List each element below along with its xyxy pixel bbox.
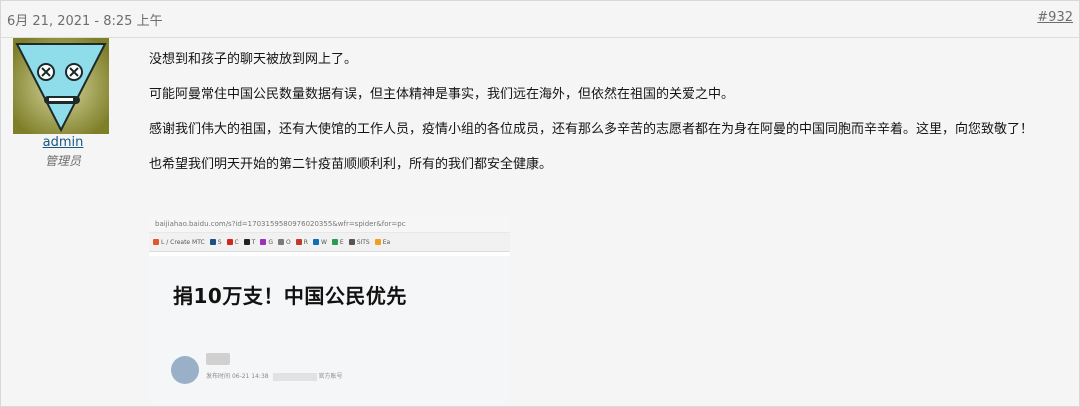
screenshot-url-bar: baijiahao.baidu.com/s?id=170315958097602… <box>149 216 510 233</box>
post-permalink[interactable]: #932 <box>1037 10 1073 25</box>
article-title: 捐10万支！中国公民优先 <box>173 284 407 308</box>
paragraph: 可能阿曼常住中国公民数量数据有误，但主体精神是事实，我们远在海外，但依然在祖国的… <box>149 87 735 102</box>
screenshot-page <box>149 256 510 406</box>
bookmark-item: R <box>295 239 308 246</box>
user-role: 管理员 <box>44 154 81 168</box>
user-avatar[interactable] <box>13 38 109 134</box>
paragraph: 也希望我们明天开始的第二针疫苗顺顺利利，所有的我们都安全健康。 <box>149 157 553 172</box>
post-header: 6月 21, 2021 - 8:25 上午 #932 <box>1 1 1079 38</box>
post-date: 6月 21, 2021 - 8:25 上午 <box>7 14 163 29</box>
bookmark-item: Ea <box>374 239 390 246</box>
post-body: 没想到和孩子的聊天被放到网上了。 可能阿曼常住中国公民数量数据有误，但主体精神是… <box>149 49 1064 189</box>
screenshot-bookmarks-bar: L / Create MTC S C T G O R W E SITS Ea <box>149 233 510 252</box>
author-avatar <box>171 356 199 384</box>
paragraph: 感谢我们伟大的祖国，还有大使馆的工作人员，疫情小组的各位成员，还有那么多辛苦的志… <box>149 122 1034 137</box>
username-link[interactable]: admin <box>13 135 113 150</box>
author-meta: 发布时间 06-21 14:38 官方账号 <box>206 372 343 381</box>
bookmark-item: C <box>226 239 239 246</box>
embedded-screenshot[interactable]: baijiahao.baidu.com/s?id=170315958097602… <box>149 216 510 406</box>
bookmark-item: E <box>331 239 344 246</box>
user-info: admin 管理员 <box>13 38 113 169</box>
redacted-block <box>272 372 317 381</box>
bookmark-item: O <box>278 239 291 246</box>
bookmark-item: W <box>312 239 327 246</box>
bookmark-item: T <box>243 239 255 246</box>
bookmark-item: L / Create MTC <box>153 239 205 246</box>
bookmark-item: G <box>260 239 273 246</box>
paragraph: 没想到和孩子的聊天被放到网上了。 <box>149 52 358 67</box>
forum-post: 6月 21, 2021 - 8:25 上午 #932 admin 管理员 没想到… <box>0 0 1080 407</box>
bookmark-item: SITS <box>348 239 370 246</box>
author-name-redacted <box>206 353 230 365</box>
bookmark-item: S <box>209 239 222 246</box>
